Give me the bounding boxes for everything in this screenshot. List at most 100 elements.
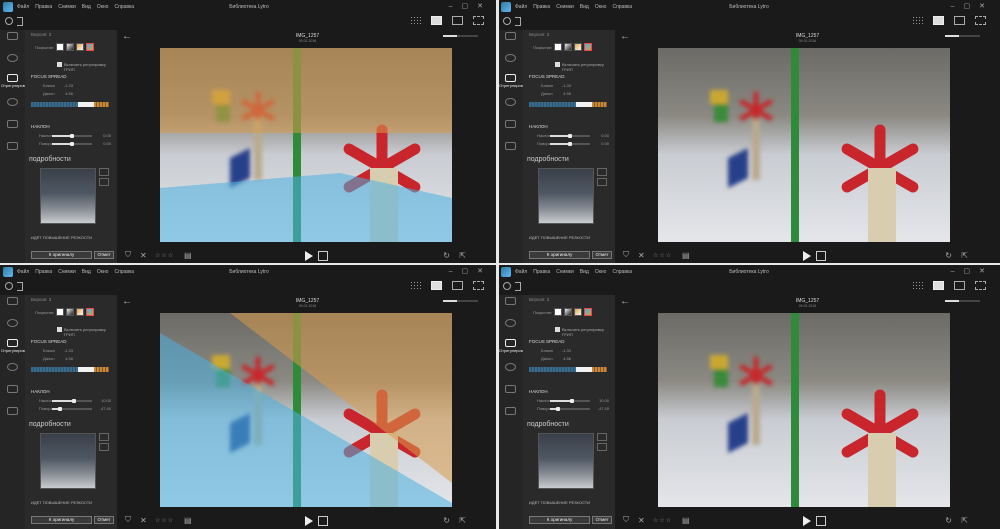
menu-help[interactable]: Справка xyxy=(114,4,134,10)
menu-file[interactable]: Файл xyxy=(515,269,527,275)
overlay-swatch-gray[interactable] xyxy=(66,43,74,51)
overlay-swatch-depth[interactable] xyxy=(584,308,592,316)
animation-icon[interactable] xyxy=(318,251,328,261)
export-icon[interactable]: ⇱ xyxy=(961,251,968,260)
rail-adjust[interactable]: Отрегулиров xyxy=(499,339,523,353)
logout-icon[interactable] xyxy=(515,17,521,26)
animation-icon[interactable] xyxy=(816,251,826,261)
fullscreen-icon[interactable] xyxy=(975,16,986,25)
overlay-swatch-white[interactable] xyxy=(56,308,64,316)
export-icon[interactable]: ⇱ xyxy=(459,516,466,525)
menu-file[interactable]: Файл xyxy=(515,4,527,10)
menu-view[interactable]: Вид xyxy=(580,4,589,10)
depth-focus-range[interactable] xyxy=(78,102,94,107)
tilt-h-slider[interactable] xyxy=(52,134,92,138)
rail-info[interactable] xyxy=(4,54,21,68)
fullscreen-icon[interactable] xyxy=(975,281,986,290)
thumb-toggle-b[interactable] xyxy=(99,443,109,451)
menu-pictures[interactable]: Снимки xyxy=(58,269,76,275)
thumb-toggle-b[interactable] xyxy=(597,443,607,451)
zoom-slider[interactable] xyxy=(443,300,478,302)
rail-film[interactable] xyxy=(502,385,519,399)
menu-pictures[interactable]: Снимки xyxy=(58,4,76,10)
compare-view-icon[interactable] xyxy=(954,16,965,25)
menu-window[interactable]: Окно xyxy=(97,269,109,275)
overlay-swatch-white[interactable] xyxy=(554,43,562,51)
rail-info[interactable] xyxy=(502,54,519,68)
menu-edit[interactable]: Правка xyxy=(533,269,550,275)
reject-icon[interactable]: ✕ xyxy=(638,516,645,525)
shield-icon[interactable]: ⛉ xyxy=(623,250,629,260)
shield-icon[interactable]: ⛉ xyxy=(623,515,629,525)
tilt-v-slider[interactable] xyxy=(550,142,590,146)
shield-icon[interactable]: ⛉ xyxy=(125,250,131,260)
export-icon[interactable]: ⇱ xyxy=(961,516,968,525)
menu-help[interactable]: Справка xyxy=(114,269,134,275)
rail-library[interactable] xyxy=(4,297,21,311)
zoom-slider[interactable] xyxy=(945,35,980,37)
menu-edit[interactable]: Правка xyxy=(35,4,52,10)
play-icon[interactable] xyxy=(305,516,313,526)
rail-share[interactable] xyxy=(502,98,519,112)
rotate-icon[interactable]: ↻ xyxy=(443,516,450,525)
revert-original-button[interactable]: К оригиналу xyxy=(529,251,590,259)
single-view-icon[interactable] xyxy=(933,16,944,25)
animation-icon[interactable] xyxy=(318,516,328,526)
depth-range-bar[interactable] xyxy=(31,102,109,107)
play-icon[interactable] xyxy=(803,516,811,526)
window-controls[interactable]: –▢✕ xyxy=(449,2,492,10)
tilt-v-knob[interactable] xyxy=(556,407,560,411)
enable-dof-checkbox[interactable] xyxy=(555,62,560,67)
tilt-v-slider[interactable] xyxy=(550,407,590,411)
menu-pictures[interactable]: Снимки xyxy=(556,4,574,10)
rail-screen[interactable] xyxy=(502,142,519,156)
compare-view-icon[interactable] xyxy=(452,16,463,25)
rail-adjust[interactable]: Отрегулиров xyxy=(499,74,523,88)
menu-window[interactable]: Окно xyxy=(595,4,607,10)
tilt-v-slider[interactable] xyxy=(52,142,92,146)
rail-info[interactable] xyxy=(4,319,21,333)
depth-range-bar[interactable] xyxy=(31,367,109,372)
grid-view-icon[interactable] xyxy=(912,281,923,290)
tilt-h-slider[interactable] xyxy=(52,399,92,403)
play-icon[interactable] xyxy=(305,251,313,261)
rail-film[interactable] xyxy=(502,120,519,134)
rail-screen[interactable] xyxy=(4,407,21,421)
zoom-slider[interactable] xyxy=(945,300,980,302)
user-icon[interactable] xyxy=(5,17,13,25)
photo-canvas[interactable] xyxy=(160,313,452,507)
single-view-icon[interactable] xyxy=(431,281,442,290)
animation-icon[interactable] xyxy=(816,516,826,526)
thumb-toggle-a[interactable] xyxy=(99,433,109,441)
enable-dof-checkbox[interactable] xyxy=(555,327,560,332)
overlay-swatch-depth[interactable] xyxy=(86,43,94,51)
rail-adjust[interactable]: Отрегулиров xyxy=(1,74,25,88)
tilt-v-slider[interactable] xyxy=(52,407,92,411)
thumb-toggle-a[interactable] xyxy=(597,168,607,176)
overlay-swatch-orange[interactable] xyxy=(574,43,582,51)
depth-focus-range[interactable] xyxy=(576,102,592,107)
cancel-button[interactable]: Отмет xyxy=(592,251,612,259)
tilt-v-knob[interactable] xyxy=(568,142,572,146)
rail-share[interactable] xyxy=(502,363,519,377)
single-view-icon[interactable] xyxy=(431,16,442,25)
photo-canvas[interactable] xyxy=(658,313,950,507)
user-icon[interactable] xyxy=(503,282,511,290)
cancel-button[interactable]: Отмет xyxy=(592,516,612,524)
fullscreen-icon[interactable] xyxy=(473,281,484,290)
thumb-toggle-a[interactable] xyxy=(597,433,607,441)
overlay-swatch-gray[interactable] xyxy=(66,308,74,316)
rating-stars[interactable]: ☆☆☆ xyxy=(155,517,174,524)
depth-focus-range[interactable] xyxy=(78,367,94,372)
overlay-swatch-gray[interactable] xyxy=(564,43,572,51)
compare-view-icon[interactable] xyxy=(452,281,463,290)
cancel-button[interactable]: Отмет xyxy=(94,516,114,524)
tilt-h-knob[interactable] xyxy=(72,399,76,403)
overlay-swatch-orange[interactable] xyxy=(76,43,84,51)
user-icon[interactable] xyxy=(5,282,13,290)
menu-view[interactable]: Вид xyxy=(82,269,91,275)
comment-icon[interactable]: ▤ xyxy=(184,516,192,525)
play-icon[interactable] xyxy=(803,251,811,261)
rail-film[interactable] xyxy=(4,385,21,399)
window-controls[interactable]: –▢✕ xyxy=(951,267,994,275)
